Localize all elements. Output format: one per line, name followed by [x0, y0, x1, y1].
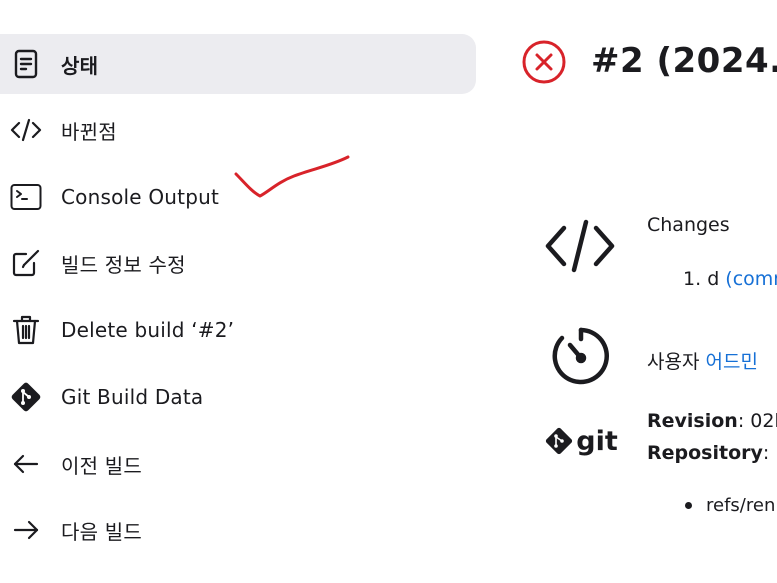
failed-status-icon	[522, 40, 566, 84]
sidebar-item-previous-build[interactable]: 이전 빌드	[0, 434, 476, 494]
git-ref: refs/ren	[706, 495, 776, 516]
git-ref-list-item: refs/ren	[685, 495, 775, 516]
edit-icon	[9, 246, 43, 280]
arrow-right-icon	[9, 513, 43, 547]
user-link[interactable]: 어드민	[706, 351, 758, 373]
sidebar-item-label: 다음 빌드	[61, 519, 142, 544]
sidebar: 상태 바뀐점 Console Output 빌드 정보 수정 Delete bu…	[0, 0, 480, 583]
revision-label: Revision	[647, 410, 738, 432]
git-logo-icon: git	[543, 420, 619, 462]
sidebar-item-label: Git Build Data	[61, 385, 204, 409]
change-message: d	[707, 268, 720, 290]
change-entry: 1. d (comm	[683, 268, 777, 290]
bullet-icon	[685, 502, 692, 509]
changes-heading: Changes	[647, 214, 730, 236]
git-repository: Repository: h	[647, 442, 777, 464]
git-diamond-icon	[9, 380, 43, 414]
sidebar-item-delete-build[interactable]: Delete build ‘#2’	[0, 300, 476, 360]
trash-icon	[9, 313, 43, 347]
revision-value: : 02b	[737, 410, 777, 432]
sidebar-item-changes[interactable]: 바뀐점	[0, 100, 476, 160]
sidebar-item-label: Delete build ‘#2’	[61, 318, 235, 342]
git-logo-text: git	[576, 425, 618, 457]
started-by-prefix: 사용자	[647, 351, 700, 373]
sidebar-item-label: 이전 빌드	[61, 453, 142, 478]
sidebar-item-git-build-data[interactable]: Git Build Data	[0, 367, 476, 427]
page-title: #2 (2024. 5	[591, 41, 777, 81]
main-content: #2 (2024. 5 Changes 1. d (comm 사용자	[480, 0, 777, 583]
started-by-text: 사용자 어드민	[647, 347, 758, 374]
sidebar-item-label: 상태	[61, 53, 99, 78]
sidebar-item-label: Console Output	[61, 185, 220, 209]
git-revision: Revision: 02b	[647, 410, 777, 432]
jenkins-build-page: 상태 바뀐점 Console Output 빌드 정보 수정 Delete bu…	[0, 0, 777, 583]
terminal-icon	[9, 180, 43, 214]
commit-link[interactable]: comm	[733, 268, 777, 290]
red-checkmark-annotation	[234, 155, 350, 198]
change-number: 1.	[683, 268, 702, 290]
code-icon	[544, 218, 616, 274]
change-paren: (	[725, 268, 733, 290]
timer-icon	[550, 325, 612, 387]
repository-separator: :	[762, 442, 776, 464]
sidebar-item-edit-build-info[interactable]: 빌드 정보 수정	[0, 233, 476, 293]
sidebar-item-label: 빌드 정보 수정	[61, 252, 186, 277]
sidebar-item-next-build[interactable]: 다음 빌드	[0, 500, 476, 560]
sidebar-item-label: 바뀐점	[61, 119, 117, 144]
repository-label: Repository	[647, 442, 763, 464]
document-icon	[9, 47, 43, 81]
sidebar-item-status[interactable]: 상태	[0, 34, 476, 94]
arrow-left-icon	[9, 447, 43, 481]
code-icon	[9, 113, 43, 147]
